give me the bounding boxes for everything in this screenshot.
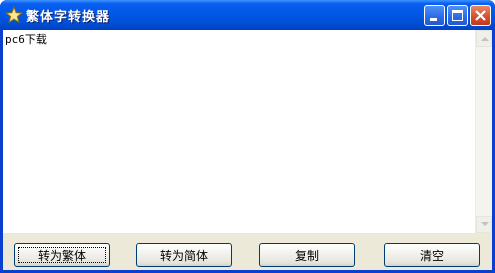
text-editor[interactable]: pc6下载 xyxy=(3,30,492,233)
arrow-down-icon xyxy=(481,222,489,226)
maximize-button[interactable] xyxy=(447,5,468,26)
scroll-down-button[interactable] xyxy=(476,216,492,233)
clear-label: 清空 xyxy=(419,248,444,263)
close-icon xyxy=(475,10,486,21)
title-bar[interactable]: 繁体字转换器 xyxy=(0,0,495,30)
scroll-up-button[interactable] xyxy=(476,30,492,47)
convert-to-simplified-label: 转为简体 xyxy=(159,248,208,263)
app-window: 繁体字转换器 pc6下载 转为繁体 转为简体 复制 清空 xyxy=(0,0,495,273)
arrow-up-icon xyxy=(481,37,489,41)
window-title: 繁体字转换器 xyxy=(26,10,111,25)
focus-ring xyxy=(18,247,106,263)
copy-button[interactable]: 复制 xyxy=(259,243,355,267)
close-button[interactable] xyxy=(470,5,491,26)
minimize-icon xyxy=(430,18,437,21)
minimize-button[interactable] xyxy=(424,5,445,26)
clear-button[interactable]: 清空 xyxy=(384,243,480,267)
convert-to-traditional-button[interactable]: 转为繁体 xyxy=(14,243,110,267)
maximize-icon xyxy=(452,10,463,21)
star-icon xyxy=(4,5,24,24)
copy-label: 复制 xyxy=(294,248,319,263)
convert-to-simplified-button[interactable]: 转为简体 xyxy=(136,243,232,267)
editor-text: pc6下载 xyxy=(5,33,47,46)
vertical-scrollbar[interactable] xyxy=(475,30,492,233)
